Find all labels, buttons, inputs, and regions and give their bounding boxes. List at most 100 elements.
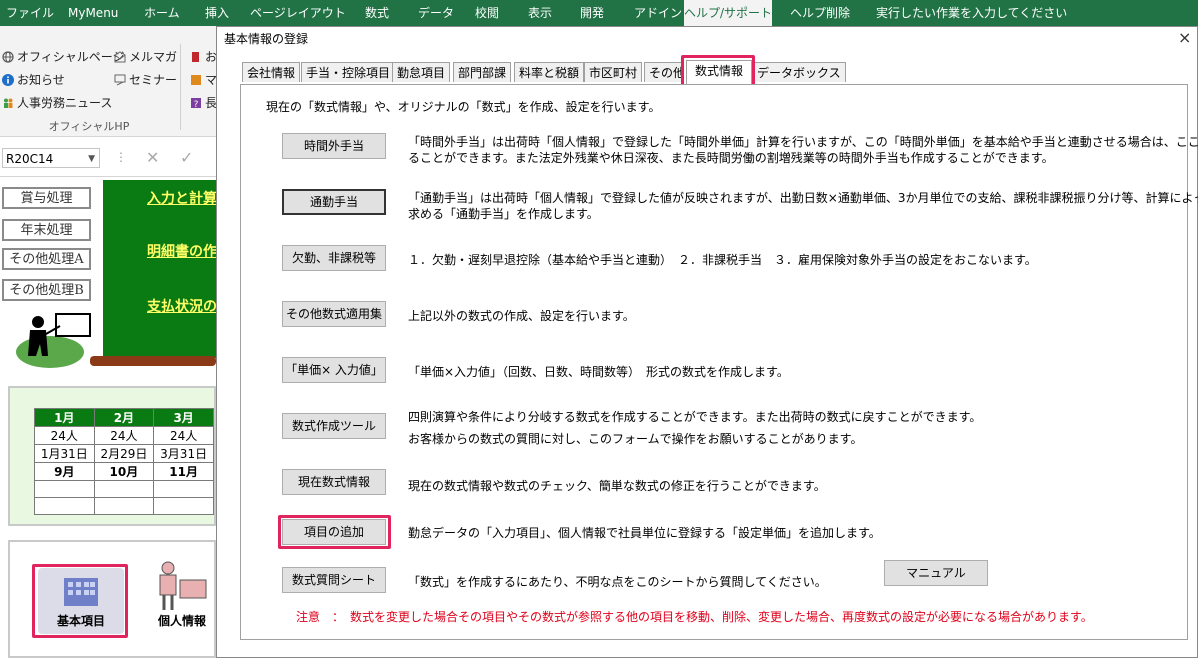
ribbon-tab[interactable]: 開発 [580,0,604,26]
formula-tool-button[interactable]: 数式作成ツール [282,413,386,439]
tab-databox[interactable]: データボックス [752,62,846,82]
tab-departments[interactable]: 部門部課 [453,62,512,82]
panel-shelf [90,356,216,366]
ribbon-divider [180,44,181,130]
table-cell: 3月31日 [153,444,214,463]
mail-icon [114,51,126,63]
payment-status-link[interactable]: 支払状況の [147,296,217,316]
dialog-title: 基本情報の登録 [224,32,309,46]
month-header: 3月 [153,408,214,427]
payslip-link[interactable]: 明細書の作 [147,241,217,261]
tab-mymenu[interactable]: MyMenu [68,0,118,26]
commute-button[interactable]: 通勤手当 [282,189,386,215]
ribbon-seminar[interactable]: セミナー [114,71,177,88]
warning-note: 注意 ： 数式を変更した場合その項目やその数式が参照する他の項目を移動、削除、変… [296,610,1093,624]
people-icon [2,97,14,109]
other-formulas-button[interactable]: その他数式適用集 [282,301,386,327]
ribbon-mailmag[interactable]: メルマガ [114,48,177,65]
add-item-desc: 勤怠データの「入力項目」、個人情報で社員単位に登録する「設定単価」を追加します。 [408,526,881,540]
tab-company-info[interactable]: 会社情報 [242,62,301,82]
table-cell [93,480,155,498]
table-row [34,497,214,515]
other-processing-b-button[interactable]: その他処理B [2,279,91,301]
tab-municipalities[interactable]: 市区町村 [584,62,643,82]
ribbon-tab[interactable]: 実行したい作業を入力してください [876,0,1067,26]
ribbon-tab[interactable]: ヘルプ/サポート [684,0,773,26]
ribbon-tab[interactable]: ヘルプ削除 [790,0,850,26]
month-table: 1月 2月 3月 24人 24人 24人 1月31日 2月29日 3月31日 9… [34,408,214,515]
table-cell: 11月 [153,462,214,481]
formula-question-button[interactable]: 数式質問シート [282,567,386,593]
manual-button[interactable]: マニュアル [884,560,988,586]
commute-desc: 「通勤手当」は出荷時「個人情報」で登録した値が反映されますが、出勤日数×通勤単価… [408,191,1198,221]
table-cell: 9月 [34,462,95,481]
absence-nontax-desc: １．欠勤・遅刻早退控除（基本給や手当と連動） ２．非課税手当 ３．雇用保険対象外… [408,253,1037,267]
tab-file[interactable]: ファイル [6,0,54,26]
ribbon-tab[interactable]: アドイン [634,0,682,26]
tab-insert[interactable]: 挿入 [205,0,229,26]
table-cell [34,480,95,498]
ribbon-group-label: オフィシャルHP [48,120,130,133]
ribbon-hr-news[interactable]: 人事労務ニュース [2,94,112,111]
person-desk-icon [150,560,210,615]
help-icon: ? [190,97,202,110]
unit-price-input-desc: 「単価×入力値」（回数、日数、時間数等） 形式の数式を作成します。 [408,365,789,379]
svg-text:?: ? [194,100,199,109]
table-cell [153,497,214,515]
info-icon [2,74,14,86]
table-row: 9月 10月 11月 [34,462,214,481]
calendar-panel: 1月 2月 3月 24人 24人 24人 1月31日 2月29日 3月31日 9… [8,386,216,526]
overtime-button[interactable]: 時間外手当 [282,133,386,159]
ribbon-partial-item[interactable]: ? 長 [190,94,217,111]
other-processing-a-button[interactable]: その他処理A [2,248,91,270]
seminar-icon [114,74,126,86]
table-row: 1月31日 2月29日 3月31日 [34,444,214,463]
absence-nontax-button[interactable]: 欠勤、非課税等 [282,245,386,271]
year-end-button[interactable]: 年末処理 [2,219,91,241]
formula-question-desc: 「数式」を作成するにあたり、不明な点をこのシートから質問してください。 [408,575,827,589]
presenter-illustration-icon [16,312,96,371]
tab-attendance[interactable]: 勤怠項目 [392,62,451,82]
tab-rates-tax[interactable]: 料率と税額 [514,62,585,82]
table-cell: 24人 [153,426,214,445]
table-cell [34,497,95,515]
month-header: 2月 [93,408,155,427]
tab-other[interactable]: その他 [644,62,684,82]
ribbon-news[interactable]: お知らせ [2,71,65,88]
ribbon-tab[interactable]: ページレイアウト [250,0,346,26]
personal-info-button[interactable]: 個人情報 [146,560,216,634]
input-calc-link[interactable]: 入力と計算 [147,188,217,208]
ribbon-tab[interactable]: データ [418,0,454,26]
globe-icon [2,51,14,63]
doc-icon [190,74,202,86]
confirm-icon[interactable]: ✓ [180,148,193,167]
ribbon-partial-item[interactable]: お [190,48,217,65]
current-formula-button[interactable]: 現在数式情報 [282,469,386,495]
unit-price-input-button[interactable]: 「単価× 入力値」 [282,357,386,383]
cancel-icon[interactable]: ✕ [146,148,159,167]
ribbon-tab[interactable]: 校閲 [475,0,499,26]
name-box[interactable]: R20C14 ▼ [2,148,100,168]
ribbon-tab[interactable]: 表示 [528,0,552,26]
ribbon-tab-bar: ファイル MyMenu ホーム 挿入 ページレイアウト 数式 データ 校閲 表示 開発 アド… [0,0,1198,26]
ribbon-tab[interactable]: 数式 [365,0,389,26]
chevron-down-icon[interactable]: ▼ [88,149,95,169]
tab-home[interactable]: ホーム [144,0,180,26]
overtime-desc: 「時間外手当」は出荷時「個人情報」で登録した「時間外単価」計算を行いますが、この… [408,135,1198,165]
bonus-processing-button[interactable]: 賞与処理 [2,187,91,209]
highlight-basic-items [32,564,128,638]
table-cell: 2月29日 [93,444,155,463]
table-cell: 10月 [93,462,155,481]
table-cell: 24人 [93,426,155,445]
table-row [34,480,214,498]
table-cell [93,497,155,515]
ribbon-partial-item[interactable]: マ [190,71,217,88]
close-icon[interactable]: × [1178,28,1191,47]
current-formula-desc: 現在の数式情報や数式のチェック、簡単な数式の修正を行うことができます。 [408,479,826,493]
green-menu-panel: 入力と計算 明細書の作 支払状況の [103,180,217,358]
tab-allowance-deduction[interactable]: 手当・控除項目 [301,62,396,82]
table-cell [153,480,214,498]
ribbon-official-page[interactable]: オフィシャルページ [2,48,125,65]
formula-tool-desc: 四則演算や条件により分岐する数式を作成することができます。また出荷時の数式に戻す… [408,410,982,446]
other-formulas-desc: 上記以外の数式の作成、設定を行います。 [408,309,635,323]
